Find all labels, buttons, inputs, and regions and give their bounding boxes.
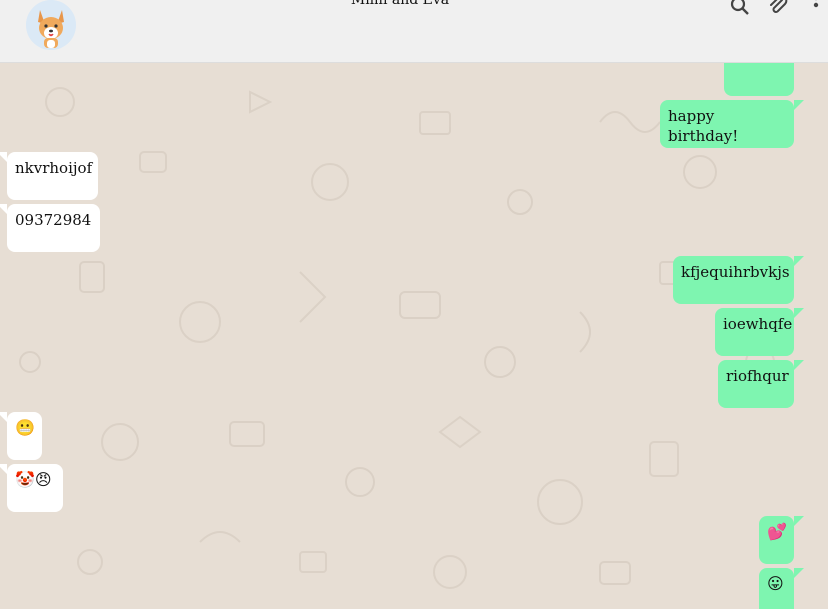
message-text: happy birthday! [668, 107, 739, 145]
chat-header: Mimi and Eva [0, 0, 828, 63]
message-emoji: 🤡😠 [15, 470, 52, 489]
message-text: 09372984 [15, 211, 92, 229]
message-text: nkvrhoijof [15, 159, 93, 177]
message-text: ioewhqfe [723, 315, 793, 333]
message-bubble-outgoing[interactable]: 💕 [759, 516, 804, 564]
message-text: riofhqur [726, 367, 789, 385]
message-bubble-incoming[interactable]: 😬 [0, 412, 42, 460]
message-text: kfjequihrbvkjs [681, 263, 790, 281]
message-bubble-outgoing[interactable]: riofhqur [718, 360, 804, 408]
bubble-tail [794, 568, 804, 578]
message-bubble-outgoing[interactable]: happy birthday! [660, 100, 804, 148]
message-emoji: 😬 [15, 418, 35, 437]
message-bubble-outgoing[interactable]: ioewhqfe [715, 308, 804, 356]
message-bubble-incoming[interactable]: 🤡😠 [0, 464, 63, 512]
message-bubble-incoming[interactable]: 09372984 [0, 204, 100, 252]
bubble-tail [794, 308, 804, 318]
message-bubble-incoming[interactable]: nkvrhoijof [0, 152, 98, 200]
bubble-tail [794, 516, 804, 526]
bubble-tail [0, 152, 7, 162]
search-icon[interactable] [728, 0, 752, 18]
attach-icon[interactable] [766, 0, 790, 18]
bubble-tail [0, 204, 7, 214]
bubble-tail [794, 100, 804, 110]
message-bubble-outgoing[interactable]: kfjequihrbvkjs [673, 256, 804, 304]
bubble-tail [794, 360, 804, 370]
message-bubble-outgoing[interactable]: 😛 [759, 568, 804, 609]
message-emoji: 😛 [767, 574, 784, 593]
message-emoji: 💕 [767, 522, 787, 541]
bubble-tail [794, 256, 804, 266]
message-list[interactable]: hahaha happy birthday! nkvrhoijof 093729… [0, 62, 828, 609]
bubble-tail [0, 412, 7, 422]
chat-title: Mimi and Eva [350, 0, 450, 8]
message-bubble-outgoing[interactable]: hahaha [724, 62, 794, 96]
bubble-tail [0, 464, 7, 474]
more-icon[interactable] [806, 0, 826, 18]
